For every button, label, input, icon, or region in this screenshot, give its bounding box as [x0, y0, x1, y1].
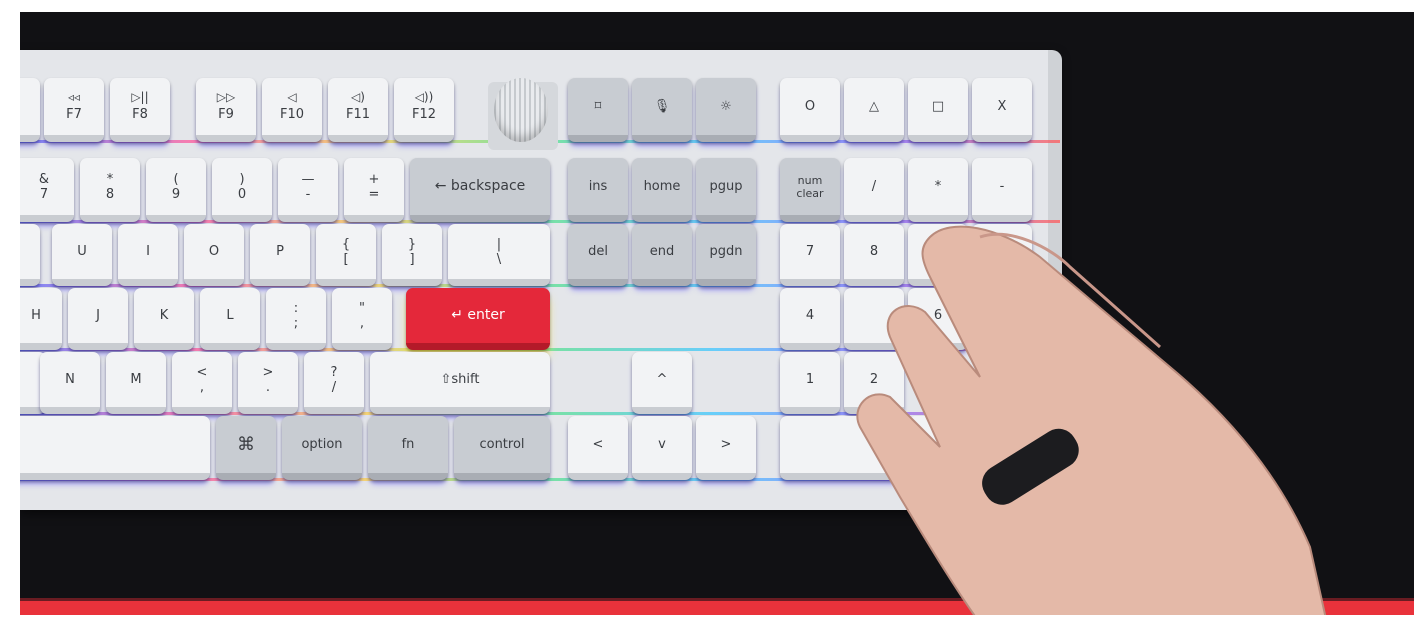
crop-icon: ⌑ — [594, 99, 602, 114]
key-k[interactable]: K — [134, 288, 194, 350]
keyboard-photo: ◃◃ F7 ▷|| F8 ▷▷ F9 ◁ F10 ◁) F11 ◁)) F12 ⌑ 🎙 ☼ … — [20, 12, 1414, 615]
key-num-clear[interactable]: num clear — [780, 158, 840, 222]
key-triangle[interactable]: △ — [844, 78, 904, 142]
key-l[interactable]: L — [200, 288, 260, 350]
key-8[interactable]: * 8 — [80, 158, 140, 222]
key-backslash[interactable]: | \ — [448, 224, 550, 286]
key-pgup[interactable]: pgup — [696, 158, 756, 222]
mute-icon: ◁ — [287, 90, 297, 104]
key-arrow-right[interactable]: > — [696, 416, 756, 480]
key-backspace[interactable]: ← backspace — [410, 158, 550, 222]
key-numpad-slash[interactable]: / — [844, 158, 904, 222]
key-control[interactable]: control — [454, 416, 550, 480]
key-h[interactable]: H — [20, 288, 62, 350]
volume-down-icon: ◁) — [351, 90, 365, 104]
key-9[interactable]: (9 — [146, 158, 206, 222]
key-shift[interactable]: ⇧shift — [370, 352, 550, 414]
key-0[interactable]: ) 0 — [212, 158, 272, 222]
key-j[interactable]: J — [68, 288, 128, 350]
key-period[interactable]: >. — [238, 352, 298, 414]
key-n[interactable]: N — [40, 352, 100, 414]
hand-illustration — [856, 225, 1327, 615]
key-enter[interactable]: ↵ enter — [406, 288, 550, 350]
key-arrow-up[interactable]: ^ — [632, 352, 692, 414]
key-home[interactable]: home — [632, 158, 692, 222]
key-p[interactable]: P — [250, 224, 310, 286]
key-option[interactable]: option — [282, 416, 362, 480]
key-y-partial[interactable] — [20, 224, 40, 286]
key-square[interactable]: □ — [908, 78, 968, 142]
key-spacebar[interactable] — [20, 416, 210, 480]
play-pause-icon: ▷|| — [131, 90, 149, 104]
key-x[interactable]: X — [972, 78, 1032, 142]
key-numpad-minus[interactable]: - — [972, 158, 1032, 222]
key-f11[interactable]: ◁) F11 — [328, 78, 388, 142]
rotary-knob[interactable] — [494, 78, 548, 142]
fast-forward-icon: ▷▷ — [216, 90, 236, 104]
microphone-icon: 🎙 — [653, 99, 671, 114]
key-7[interactable]: & 7 — [20, 158, 74, 222]
hand-shape — [856, 225, 1327, 615]
key-f10[interactable]: ◁ F10 — [262, 78, 322, 142]
key-f7[interactable]: ◃◃ F7 — [44, 78, 104, 142]
key-fn[interactable]: fn — [368, 416, 448, 480]
key-quote[interactable]: ", — [332, 288, 392, 350]
key-f9[interactable]: ▷▷ F9 — [196, 78, 256, 142]
key-bracket-open[interactable]: {[ — [316, 224, 376, 286]
key-screenshot[interactable]: ⌑ — [568, 78, 628, 142]
key-semicolon[interactable]: :; — [266, 288, 326, 350]
key-command[interactable]: ⌘ — [216, 416, 276, 480]
key-i[interactable]: I — [118, 224, 178, 286]
key-f12[interactable]: ◁)) F12 — [394, 78, 454, 142]
key-u[interactable]: U — [52, 224, 112, 286]
key-f8[interactable]: ▷|| F8 — [110, 78, 170, 142]
lightbulb-icon: ☼ — [720, 99, 732, 114]
key-comma[interactable]: <, — [172, 352, 232, 414]
rewind-icon: ◃◃ — [67, 90, 81, 104]
key-dictation[interactable]: 🎙 — [632, 78, 692, 142]
key-pgdn[interactable]: pgdn — [696, 224, 756, 286]
key-ins[interactable]: ins — [568, 158, 628, 222]
key-bracket-close[interactable]: }] — [382, 224, 442, 286]
key-minus[interactable]: — - — [278, 158, 338, 222]
key-o[interactable]: O — [184, 224, 244, 286]
key-equals[interactable]: + = — [344, 158, 404, 222]
key-end[interactable]: end — [632, 224, 692, 286]
key-m[interactable]: M — [106, 352, 166, 414]
volume-up-icon: ◁)) — [414, 90, 434, 104]
command-icon: ⌘ — [237, 434, 255, 455]
key-numpad-star[interactable]: * — [908, 158, 968, 222]
key-slash[interactable]: ? / — [304, 352, 364, 414]
key-arrow-left[interactable]: < — [568, 416, 628, 480]
key-f6-partial[interactable] — [20, 78, 40, 142]
key-circle[interactable]: O — [780, 78, 840, 142]
key-arrow-down[interactable]: v — [632, 416, 692, 480]
key-backlight[interactable]: ☼ — [696, 78, 756, 142]
key-del[interactable]: del — [568, 224, 628, 286]
